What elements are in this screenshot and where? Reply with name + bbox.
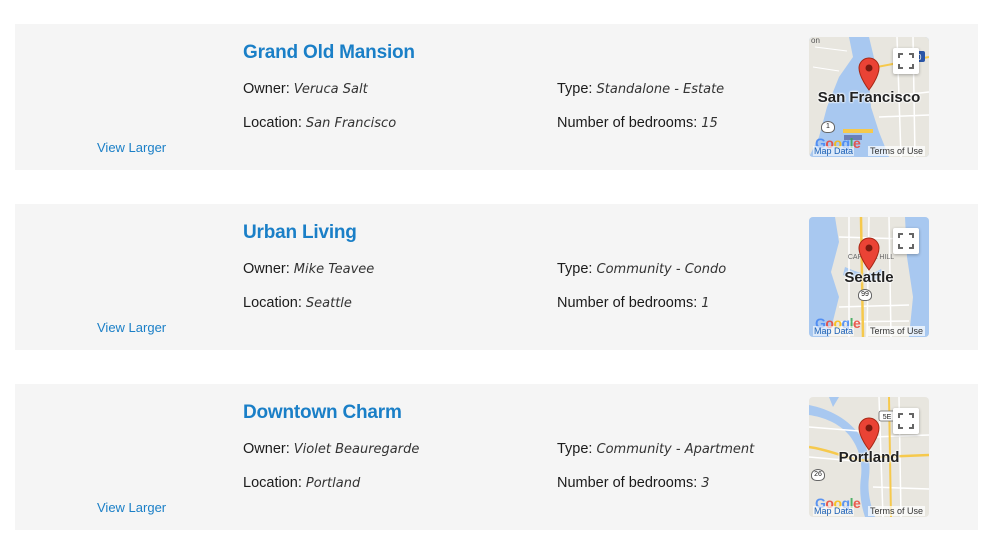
location-label: Location:: [243, 295, 302, 311]
map-data-link[interactable]: Map Data: [813, 146, 855, 156]
highway-shield: 26: [811, 469, 825, 481]
owner-label: Owner:: [243, 81, 290, 97]
map-data-link[interactable]: Map Data: [813, 326, 855, 336]
map-pin-icon: [858, 57, 880, 91]
bedrooms-value: 15: [701, 116, 718, 131]
map-city-label: Portland: [838, 449, 900, 466]
type-field: Type: Community - Apartment: [557, 441, 754, 457]
listing-title[interactable]: Grand Old Mansion: [243, 42, 415, 64]
owner-label: Owner:: [243, 441, 290, 457]
location-label: Location:: [243, 115, 302, 131]
location-field: Location: San Francisco: [243, 115, 396, 131]
type-label: Type:: [557, 81, 593, 97]
listing-card: View Larger Grand Old Mansion Owner: Ver…: [15, 24, 978, 170]
bedrooms-value: 1: [701, 296, 710, 311]
map-pin-icon: [858, 237, 880, 271]
highway-shield: 1: [821, 121, 835, 133]
map-thumbnail[interactable]: 80 on 1 San Francisco Google Map Data Te…: [809, 37, 929, 157]
listing-card: View Larger Urban Living Owner: Mike Tea…: [15, 204, 978, 350]
location-field: Location: Seattle: [243, 295, 352, 311]
bedrooms-field: Number of bedrooms: 3: [557, 475, 710, 491]
terms-of-use-link[interactable]: Terms of Use: [867, 506, 925, 516]
type-value: Standalone - Estate: [596, 82, 725, 97]
owner-value: Mike Teavee: [293, 262, 375, 277]
map-pin-icon: [858, 417, 880, 451]
map-footer: Map Data Terms of Use: [809, 325, 929, 337]
location-value: Portland: [305, 476, 361, 491]
fullscreen-button[interactable]: [893, 228, 919, 254]
fullscreen-button[interactable]: [893, 48, 919, 74]
location-field: Location: Portland: [243, 475, 360, 491]
view-larger-link[interactable]: View Larger: [97, 500, 166, 515]
location-value: Seattle: [305, 296, 352, 311]
fullscreen-button[interactable]: [893, 408, 919, 434]
type-label: Type:: [557, 261, 593, 277]
bedrooms-label: Number of bedrooms:: [557, 115, 698, 131]
fullscreen-icon: [898, 233, 914, 249]
terms-of-use-link[interactable]: Terms of Use: [867, 326, 925, 336]
listing-title[interactable]: Downtown Charm: [243, 402, 402, 424]
owner-field: Owner: Veruca Salt: [243, 81, 368, 97]
listing-title[interactable]: Urban Living: [243, 222, 357, 244]
owner-field: Owner: Violet Beauregarde: [243, 441, 419, 457]
map-data-link[interactable]: Map Data: [813, 506, 855, 516]
listing-card: View Larger Downtown Charm Owner: Violet…: [15, 384, 978, 530]
bedrooms-label: Number of bedrooms:: [557, 295, 698, 311]
owner-label: Owner:: [243, 261, 290, 277]
map-footer: Map Data Terms of Use: [809, 505, 929, 517]
type-field: Type: Community - Condo: [557, 261, 726, 277]
bedrooms-value: 3: [701, 476, 710, 491]
map-footer: Map Data Terms of Use: [809, 145, 929, 157]
svg-text:on: on: [811, 37, 820, 45]
location-label: Location:: [243, 475, 302, 491]
view-larger-link[interactable]: View Larger: [97, 320, 166, 335]
bedrooms-label: Number of bedrooms:: [557, 475, 698, 491]
fullscreen-icon: [898, 53, 914, 69]
bedrooms-field: Number of bedrooms: 1: [557, 295, 710, 311]
type-value: Community - Apartment: [596, 442, 755, 457]
owner-field: Owner: Mike Teavee: [243, 261, 374, 277]
owner-value: Veruca Salt: [293, 82, 368, 97]
type-value: Community - Condo: [596, 262, 727, 277]
fullscreen-icon: [898, 413, 914, 429]
view-larger-link[interactable]: View Larger: [97, 140, 166, 155]
terms-of-use-link[interactable]: Terms of Use: [867, 146, 925, 156]
svg-text:5E: 5E: [883, 414, 892, 421]
highway-shield: 99: [858, 289, 872, 301]
owner-value: Violet Beauregarde: [293, 442, 420, 457]
map-thumbnail[interactable]: 5E 26 Portland Google Map Data Terms of …: [809, 397, 929, 517]
map-city-label: San Francisco: [817, 89, 921, 106]
map-city-label: Seattle: [844, 269, 894, 286]
type-label: Type:: [557, 441, 593, 457]
bedrooms-field: Number of bedrooms: 15: [557, 115, 718, 131]
type-field: Type: Standalone - Estate: [557, 81, 724, 97]
map-thumbnail[interactable]: CAPITOL HILL 99 Seattle Google Map Data …: [809, 217, 929, 337]
location-value: San Francisco: [305, 116, 397, 131]
